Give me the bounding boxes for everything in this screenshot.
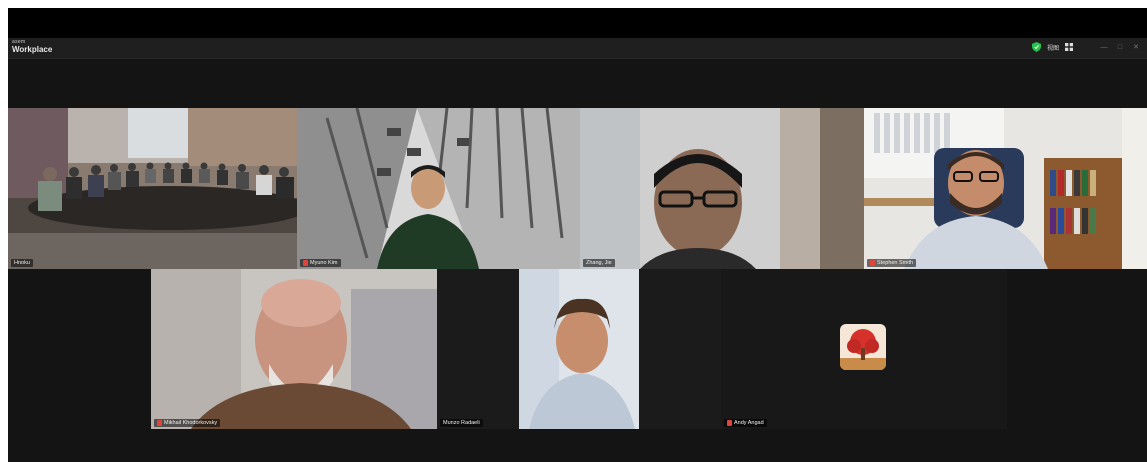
building-background-video xyxy=(297,108,580,269)
participant-video xyxy=(437,269,721,429)
participant-name: Myuno Kim xyxy=(310,260,338,266)
participant-name-tag: Andy Angad xyxy=(724,419,767,427)
mic-off-icon xyxy=(157,420,162,426)
grid-view-icon[interactable] xyxy=(1065,43,1073,51)
participant-name-tag: Munzo Radaeli xyxy=(440,419,483,427)
tree-avatar-icon xyxy=(840,324,886,370)
participant-video xyxy=(580,108,864,269)
participant-name-tag: Stephen Smith xyxy=(867,259,917,267)
video-tile-stephen-smith[interactable]: Stephen Smith xyxy=(864,108,1147,269)
minimize-icon[interactable]: — xyxy=(1099,42,1109,52)
top-letterbox xyxy=(8,8,1147,38)
brand-title: Workplace xyxy=(12,45,53,54)
mic-off-icon xyxy=(303,260,308,266)
participant-name: Stephen Smith xyxy=(877,260,914,266)
participant-name: Munzo Radaeli xyxy=(443,420,480,426)
participant-name: Mikhail Khodorkovsky xyxy=(164,420,218,426)
meeting-window: asem Workplace 视图 — □ ✕ Hnoku Myuno Kim … xyxy=(8,38,1147,462)
shield-icon[interactable] xyxy=(1031,42,1041,52)
video-tile-myuno-kim[interactable]: Myuno Kim xyxy=(297,108,580,269)
video-tile-mikhail-khodorkovsky[interactable]: Mikhail Khodorkovsky xyxy=(151,269,437,429)
video-tile-munzo-radaeli[interactable]: Munzo Radaeli xyxy=(437,269,721,429)
participant-name: Hnoku xyxy=(14,260,30,266)
view-button[interactable]: 视图 xyxy=(1047,43,1059,52)
app-brand: asem Workplace xyxy=(12,40,52,54)
participant-name: Zhang, Jie xyxy=(586,260,612,266)
maximize-icon[interactable]: □ xyxy=(1115,42,1125,52)
participant-name-tag: Myuno Kim xyxy=(300,259,341,267)
title-bar: asem Workplace 视图 — □ ✕ xyxy=(8,38,1147,59)
participant-name-tag: Hnoku xyxy=(11,259,33,267)
title-bar-controls: 视图 — □ ✕ xyxy=(1031,42,1141,52)
close-icon[interactable]: ✕ xyxy=(1131,42,1141,52)
video-tile-zhang-jie[interactable]: Zhang, Jie xyxy=(580,108,864,269)
video-tile-hnoku[interactable]: Hnoku xyxy=(8,108,297,269)
participant-name-tag: Zhang, Jie xyxy=(583,259,615,267)
mic-off-icon xyxy=(870,260,875,266)
participant-video xyxy=(151,269,437,429)
conference-room-video xyxy=(8,108,297,269)
mic-off-icon xyxy=(727,420,732,426)
participant-name-tag: Mikhail Khodorkovsky xyxy=(154,419,221,427)
bookshelf-background-video xyxy=(864,108,1147,269)
participant-name: Andy Angad xyxy=(734,420,764,426)
